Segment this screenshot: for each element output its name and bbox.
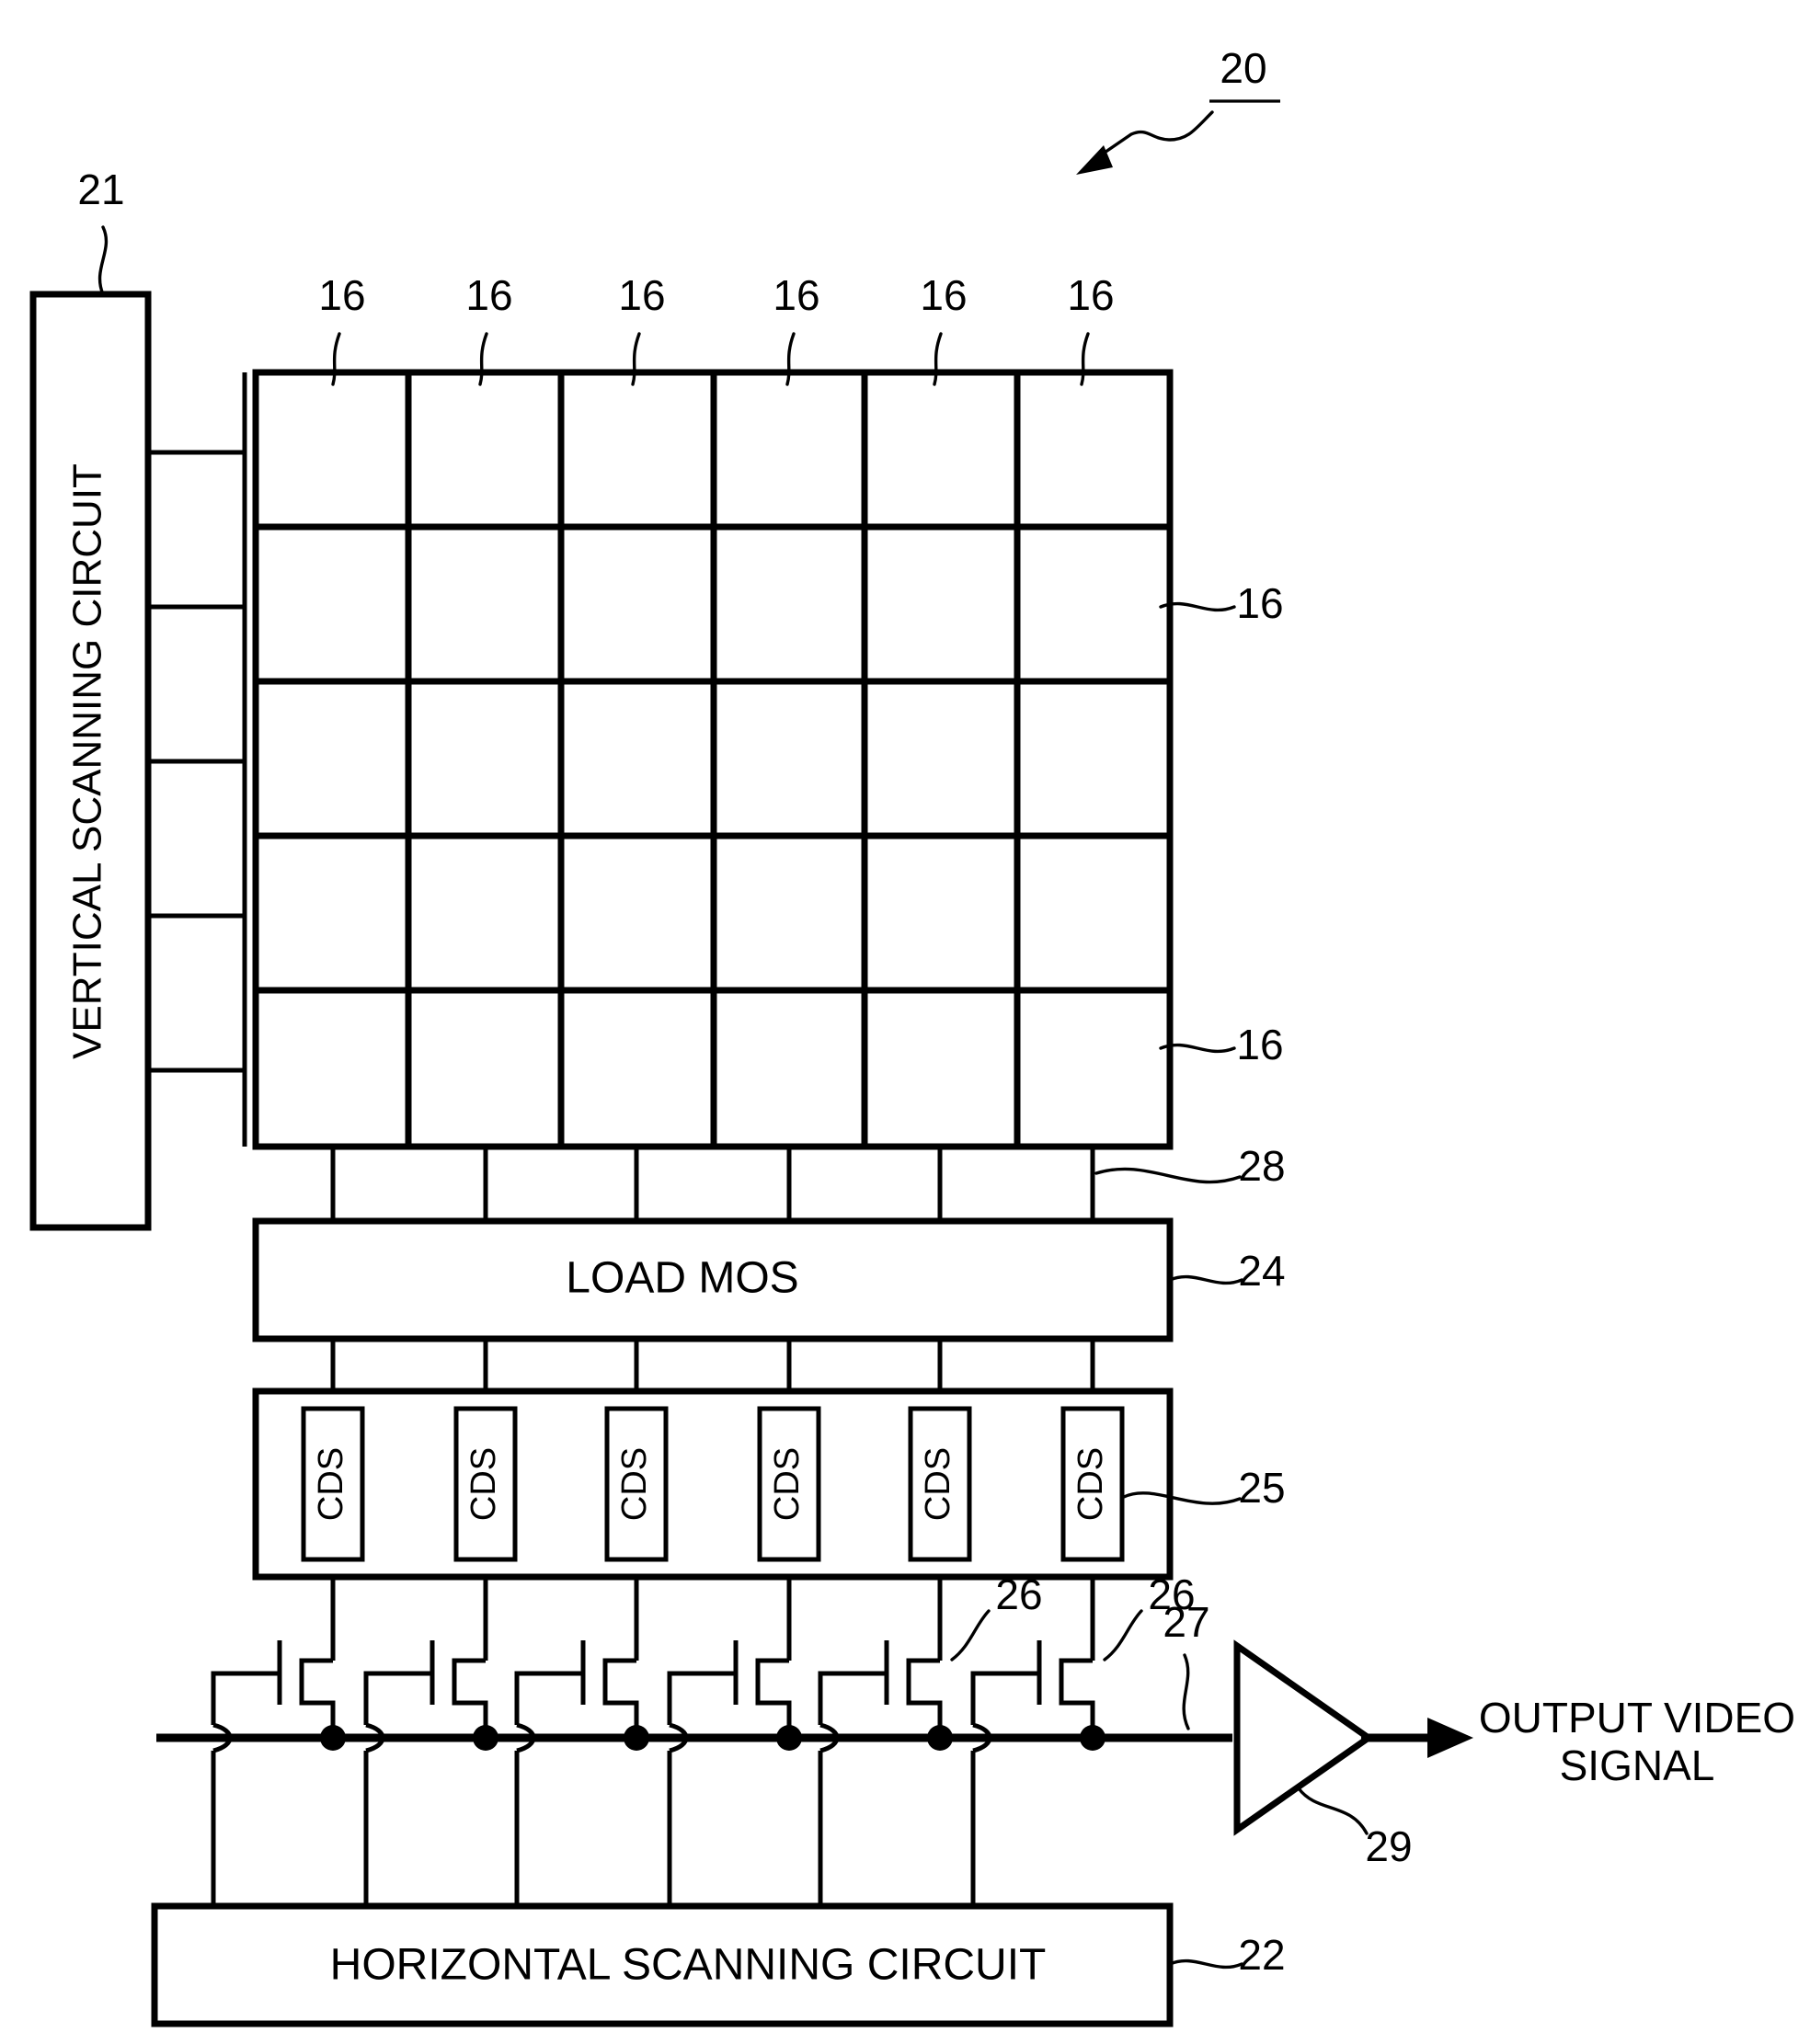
output-video-signal-text: OUTPUT VIDEO SIGNAL [1479, 1694, 1795, 1789]
ref-24-leader [1168, 1274, 1243, 1285]
ref-21-leader-line [97, 225, 109, 296]
ref-21-group: 21 [77, 166, 125, 296]
output-amplifier[interactable]: 29 [1233, 1639, 1473, 1870]
load-mos-label: LOAD MOS [566, 1254, 798, 1303]
cds-cell-4[interactable]: CDS [757, 1406, 821, 1562]
ref-16-col-4: 16 [773, 271, 819, 319]
cds-cell-1[interactable]: CDS [301, 1406, 365, 1562]
select-transistor-4[interactable] [667, 1640, 802, 1906]
output-arrowhead [1427, 1718, 1473, 1758]
transistor-2-gate-lead-upper [363, 1671, 432, 1725]
ref-21-label: 21 [77, 166, 124, 213]
transistor-4-gate-lead-upper [667, 1671, 736, 1725]
ref-26-labels: 26 26 [950, 1570, 1196, 1661]
pixel-array-side-reference-labels: 16 16 [1159, 579, 1284, 1068]
output-amplifier-triangle[interactable] [1233, 1639, 1375, 1836]
select-transistor-1[interactable] [211, 1640, 346, 1906]
transistor-1-gate-lead-upper [211, 1671, 280, 1725]
ref-26-leader-a [950, 1609, 991, 1661]
output-video-signal-line-2: SIGNAL [1560, 1741, 1715, 1789]
ref-25-label: 25 [1238, 1464, 1285, 1512]
cds-cell-6[interactable]: CDS [1060, 1406, 1125, 1562]
pixel-column-reference-labels: 16 16 16 16 16 16 [318, 271, 1115, 386]
cds-cell-3-label: CDS [615, 1447, 654, 1521]
transistor-3-gate-lead-upper [514, 1671, 583, 1725]
horizontal-scanning-circuit-label: HORIZONTAL SCANNING CIRCUIT [330, 1941, 1047, 1990]
pixel-array-grid[interactable] [252, 369, 1174, 1150]
ref-22-leader [1168, 1958, 1243, 1970]
ref-16-col-3: 16 [618, 271, 665, 319]
row-select-line-4 [148, 761, 247, 919]
row-select-line-1 [148, 372, 247, 455]
row-select-line-5 [148, 916, 247, 1073]
row-select-line-3 [148, 607, 247, 764]
ref-16-col-3-leader [631, 332, 641, 386]
cds-cell-4-label: CDS [768, 1447, 807, 1521]
cds-cell-2[interactable]: CDS [453, 1406, 518, 1562]
ref-29-label: 29 [1365, 1822, 1412, 1870]
ref-26-leader-b [1103, 1609, 1143, 1661]
ref-16-col-2-leader [478, 332, 488, 386]
patent-figure: 20 21 VERTICAL SCANNING CIRCUIT 16 16 16… [0, 0, 1810, 2044]
loadmos-to-cds-lines [330, 1339, 1095, 1391]
vertical-signal-lines-28: 28 [330, 1142, 1286, 1221]
row-select-line-2 [148, 452, 247, 610]
ref-25-leader [1122, 1491, 1242, 1505]
output-signal-bus: 27 [156, 1598, 1232, 1742]
cds-cell-1-label: CDS [312, 1447, 350, 1521]
cds-cell-6-label: CDS [1071, 1447, 1110, 1521]
transistor-6-gate-lead-upper [970, 1671, 1039, 1725]
vertical-scanning-circuit-block[interactable]: VERTICAL SCANNING CIRCUIT [29, 291, 152, 1231]
ref-20-label: 20 [1220, 44, 1266, 92]
ref-16-col-6: 16 [1067, 271, 1114, 319]
figure-number-20-group: 20 [1076, 44, 1280, 175]
ref-16-col-2: 16 [465, 271, 512, 319]
ref-16-col-1: 16 [318, 271, 365, 319]
ref-16-col-6-leader [1080, 332, 1090, 386]
cds-cell-5[interactable]: CDS [908, 1406, 972, 1562]
ref-20-leader-line [1097, 110, 1214, 158]
horizontal-scanning-circuit-block[interactable]: HORIZONTAL SCANNING CIRCUIT 22 [151, 1902, 1286, 2027]
ref-22-label: 22 [1238, 1931, 1285, 1979]
ref-28-leader [1094, 1167, 1242, 1184]
ref-27-label: 27 [1163, 1598, 1209, 1646]
select-transistor-3[interactable] [514, 1640, 649, 1906]
cds-bank-rect[interactable] [252, 1387, 1174, 1581]
output-video-signal-line-1: OUTPUT VIDEO [1479, 1694, 1795, 1741]
ref-29-leader [1297, 1787, 1369, 1835]
cds-cell-2-label: CDS [464, 1447, 503, 1521]
select-transistor-5[interactable] [818, 1640, 953, 1906]
ref-16-side-1: 16 [1236, 579, 1283, 627]
ref-16-col-4-leader [785, 332, 796, 386]
row-select-lines [148, 372, 247, 1147]
ref-24-label: 24 [1238, 1247, 1285, 1295]
ref-16-side-2: 16 [1236, 1021, 1283, 1068]
vertical-scanning-circuit-label: VERTICAL SCANNING CIRCUIT [65, 463, 110, 1059]
ref-27-leader [1182, 1653, 1190, 1730]
cds-cell-3[interactable]: CDS [604, 1406, 669, 1562]
cds-to-transistor-lines [330, 1577, 1095, 1661]
select-transistor-6[interactable] [970, 1640, 1105, 1906]
figure-canvas: 20 21 VERTICAL SCANNING CIRCUIT 16 16 16… [29, 44, 1795, 2027]
ref-16-col-5: 16 [920, 271, 967, 319]
ref-26-label-a: 26 [995, 1570, 1042, 1618]
cds-bank-block[interactable]: CDS CDS CDS CDS CDS CDS 25 [252, 1387, 1286, 1581]
load-mos-block[interactable]: LOAD MOS 24 [252, 1217, 1286, 1342]
ref-28-label: 28 [1238, 1142, 1285, 1190]
transistor-5-gate-lead-upper [818, 1671, 887, 1725]
select-transistor-2[interactable] [363, 1640, 498, 1906]
cds-cell-5-label: CDS [919, 1447, 957, 1521]
ref-16-col-5-leader [933, 332, 943, 386]
ref-16-col-1-leader [331, 332, 341, 386]
